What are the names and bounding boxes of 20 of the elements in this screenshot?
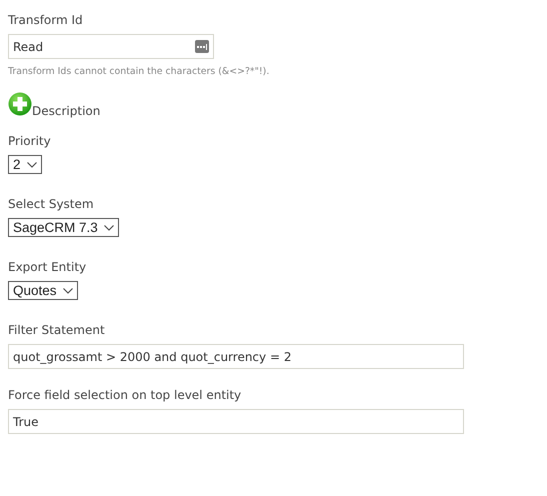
text-field[interactable]: True [8,409,464,434]
field-label: Transform Id [8,13,83,28]
dropdown[interactable]: 2 [8,155,42,174]
ellipsis-button[interactable] [195,40,209,53]
field-label: Filter Statement [8,323,105,338]
field-label: Force field selection on top level entity [8,388,242,403]
caret-icon [104,224,114,230]
text-field[interactable]: quot_grossamt > 2000 and quot_currency = 2 [8,344,464,369]
dropdown[interactable]: Quotes [8,281,78,300]
field-label: Priority [8,134,51,149]
field-label: Select System [8,197,94,212]
text-field[interactable]: Read [8,34,214,59]
dropdown[interactable]: SageCRM 7.3 [8,218,119,237]
hint-text: Transform Ids cannot contain the characters (&<>?*"!). [8,66,270,77]
caret-icon [26,162,37,168]
ellipsis-icon [197,44,207,50]
add-icon[interactable] [8,92,32,116]
field-label: Export Entity [8,260,86,275]
field-label: Description [32,104,100,119]
caret-icon [62,288,73,294]
